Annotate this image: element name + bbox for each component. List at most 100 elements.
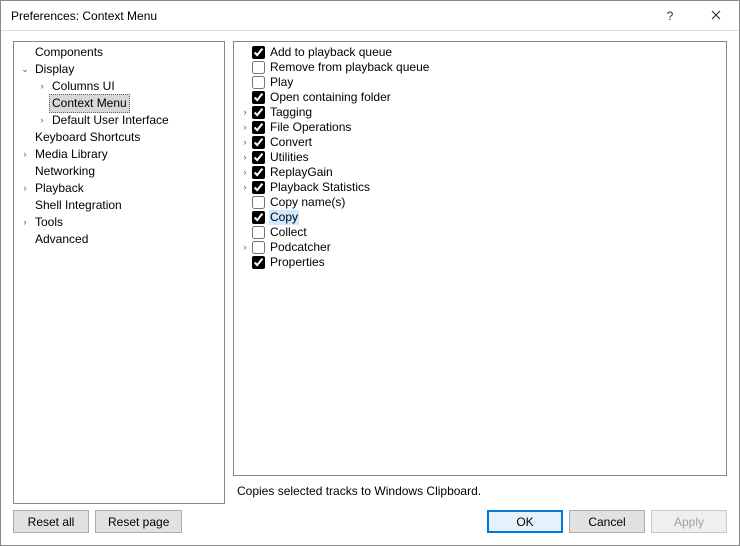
menu-item[interactable]: Collect (238, 225, 726, 240)
content-area: Components⌄Display›Columns UIContext Men… (1, 31, 739, 504)
tree-item[interactable]: Components (18, 44, 224, 61)
settings-column: Add to playback queueRemove from playbac… (233, 41, 727, 504)
tree-item-label: Context Menu (49, 94, 130, 113)
menu-item[interactable]: Open containing folder (238, 90, 726, 105)
chevron-right-icon[interactable]: › (238, 120, 252, 135)
chevron-right-icon[interactable]: › (18, 214, 32, 231)
tree-item[interactable]: ⌄Display›Columns UIContext Menu›Default … (18, 61, 224, 129)
tree-item[interactable]: ›Columns UI (35, 78, 224, 95)
tree-item[interactable]: Shell Integration (18, 197, 224, 214)
menu-item[interactable]: Remove from playback queue (238, 60, 726, 75)
chevron-right-icon[interactable]: › (238, 165, 252, 180)
menu-item-checkbox[interactable] (252, 211, 265, 224)
menu-item-label: Play (269, 75, 294, 90)
nav-tree: Components⌄Display›Columns UIContext Men… (14, 44, 224, 248)
menu-item[interactable]: Copy (238, 210, 726, 225)
menu-item[interactable]: › Utilities (238, 150, 726, 165)
tree-item-label: Display (32, 61, 77, 78)
tree-item[interactable]: Keyboard Shortcuts (18, 129, 224, 146)
menu-item-checkbox[interactable] (252, 166, 265, 179)
tree-item-label: Columns UI (49, 78, 118, 95)
apply-button[interactable]: Apply (651, 510, 727, 533)
menu-item[interactable]: › Convert (238, 135, 726, 150)
tree-item-label: Advanced (32, 231, 91, 248)
chevron-right-icon[interactable]: › (18, 146, 32, 163)
tree-item-label: Playback (32, 180, 87, 197)
menu-item-checkbox[interactable] (252, 61, 265, 74)
menu-item-checkbox[interactable] (252, 226, 265, 239)
menu-item-label: File Operations (269, 120, 352, 135)
menu-list: Add to playback queueRemove from playbac… (234, 45, 726, 270)
chevron-right-icon[interactable]: › (238, 135, 252, 150)
tree-item-label: Components (32, 44, 106, 61)
menu-list-pane[interactable]: Add to playback queueRemove from playbac… (233, 41, 727, 476)
reset-page-button[interactable]: Reset page (95, 510, 182, 533)
menu-item-label: Tagging (269, 105, 313, 120)
menu-item-label: ReplayGain (269, 165, 334, 180)
menu-item[interactable]: Add to playback queue (238, 45, 726, 60)
menu-item-label: Collect (269, 225, 308, 240)
window-title: Preferences: Context Menu (11, 9, 157, 23)
tree-item-label: Networking (32, 163, 98, 180)
menu-item-label: Convert (269, 135, 313, 150)
tree-item-label: Keyboard Shortcuts (32, 129, 143, 146)
menu-item-label: Copy name(s) (269, 195, 346, 210)
menu-item-checkbox[interactable] (252, 181, 265, 194)
menu-item[interactable]: Copy name(s) (238, 195, 726, 210)
menu-item[interactable]: Play (238, 75, 726, 90)
menu-item-label: Properties (269, 255, 326, 270)
chevron-right-icon[interactable]: › (35, 78, 49, 95)
tree-item-label: Tools (32, 214, 66, 231)
tree-item[interactable]: ›Default User Interface (35, 112, 224, 129)
nav-tree-pane[interactable]: Components⌄Display›Columns UIContext Men… (13, 41, 225, 504)
reset-all-button[interactable]: Reset all (13, 510, 89, 533)
close-icon (711, 9, 721, 23)
menu-item-label: Utilities (269, 150, 310, 165)
tree-item-label: Default User Interface (49, 112, 172, 129)
menu-item[interactable]: Properties (238, 255, 726, 270)
chevron-right-icon[interactable]: › (238, 240, 252, 255)
menu-item[interactable]: › File Operations (238, 120, 726, 135)
tree-item[interactable]: ›Tools (18, 214, 224, 231)
menu-item-label: Remove from playback queue (269, 60, 430, 75)
chevron-right-icon[interactable]: › (35, 112, 49, 129)
chevron-right-icon[interactable]: › (238, 150, 252, 165)
close-button[interactable] (693, 1, 739, 31)
tree-item[interactable]: Networking (18, 163, 224, 180)
menu-item-label: Add to playback queue (269, 45, 393, 60)
menu-item-checkbox[interactable] (252, 151, 265, 164)
help-button[interactable]: ? (647, 1, 693, 31)
menu-item-checkbox[interactable] (252, 256, 265, 269)
ok-button[interactable]: OK (487, 510, 563, 533)
tree-item[interactable]: ›Playback (18, 180, 224, 197)
description-text: Copies selected tracks to Windows Clipbo… (233, 476, 727, 504)
menu-item-checkbox[interactable] (252, 136, 265, 149)
tree-item[interactable]: Advanced (18, 231, 224, 248)
menu-item-checkbox[interactable] (252, 241, 265, 254)
chevron-right-icon[interactable]: › (18, 180, 32, 197)
menu-item-checkbox[interactable] (252, 106, 265, 119)
cancel-button[interactable]: Cancel (569, 510, 645, 533)
tree-item[interactable]: ›Media Library (18, 146, 224, 163)
menu-item-label: Playback Statistics (269, 180, 371, 195)
chevron-right-icon[interactable]: › (238, 105, 252, 120)
menu-item-checkbox[interactable] (252, 76, 265, 89)
menu-item[interactable]: › Playback Statistics (238, 180, 726, 195)
tree-item-label: Shell Integration (32, 197, 125, 214)
help-icon: ? (667, 9, 674, 23)
button-bar: Reset all Reset page OK Cancel Apply (1, 504, 739, 545)
menu-item-checkbox[interactable] (252, 196, 265, 209)
menu-item-checkbox[interactable] (252, 46, 265, 59)
menu-item-label: Copy (269, 210, 299, 225)
menu-item-checkbox[interactable] (252, 91, 265, 104)
menu-item[interactable]: › ReplayGain (238, 165, 726, 180)
menu-item-label: Podcatcher (269, 240, 332, 255)
menu-item[interactable]: › Podcatcher (238, 240, 726, 255)
title-bar: Preferences: Context Menu ? (1, 1, 739, 31)
tree-item-label: Media Library (32, 146, 111, 163)
menu-item[interactable]: › Tagging (238, 105, 726, 120)
chevron-down-icon[interactable]: ⌄ (18, 61, 32, 78)
chevron-right-icon[interactable]: › (238, 180, 252, 195)
menu-item-checkbox[interactable] (252, 121, 265, 134)
tree-item[interactable]: Context Menu (35, 95, 224, 112)
